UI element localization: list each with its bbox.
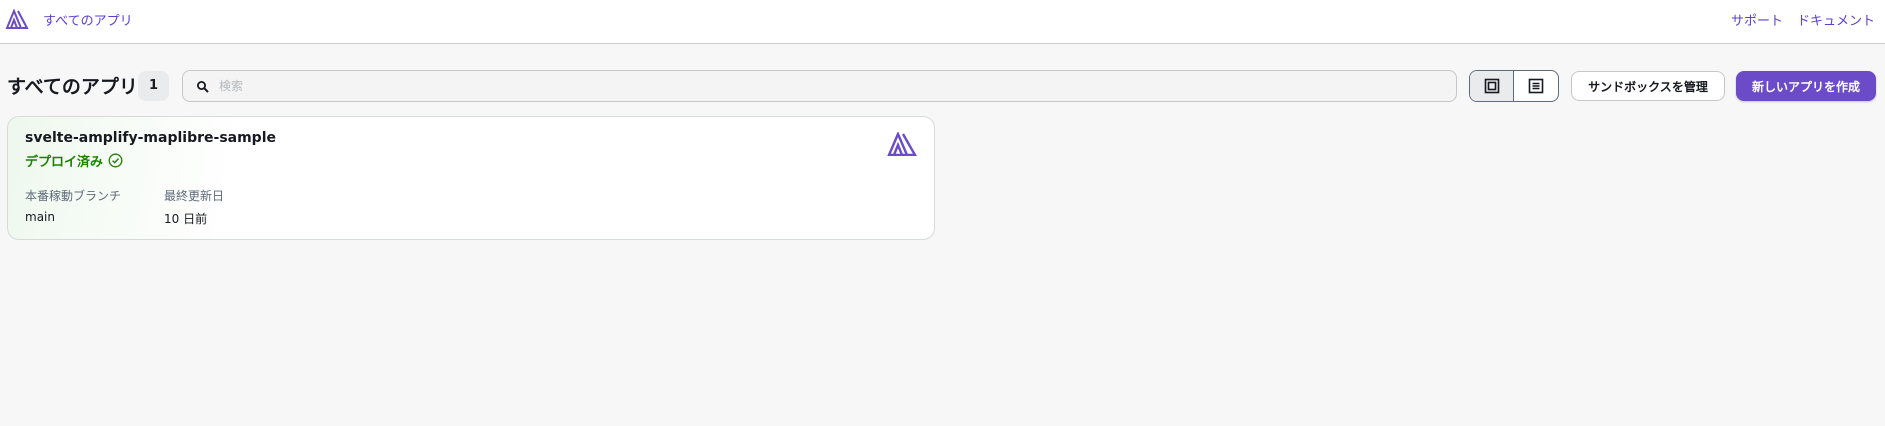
apps-toolbar: すべてのアプリ 1 サンドボックスを管理 新しいアプリを作成: [0, 70, 1885, 104]
deploy-status: デプロイ済み: [25, 151, 123, 170]
search-box: [182, 70, 1457, 102]
search-icon: [197, 81, 209, 93]
production-branch: 本番稼動ブランチ main: [25, 187, 121, 224]
last-updated-label: 最終更新日: [164, 189, 225, 203]
documentation-link[interactable]: ドキュメント: [1797, 10, 1875, 29]
production-branch-value: main: [25, 210, 55, 224]
grid-view-icon: [1484, 78, 1499, 94]
last-updated-value: 10 日前: [164, 212, 208, 226]
support-link[interactable]: サポート: [1731, 10, 1783, 29]
app-name[interactable]: svelte-amplify-maplibre-sample: [25, 130, 276, 146]
breadcrumb-all-apps-link[interactable]: すべてのアプリ: [43, 10, 133, 29]
page-title: すべてのアプリ: [7, 76, 138, 98]
check-circle-icon: [108, 153, 123, 168]
list-view-button[interactable]: [1514, 71, 1558, 101]
create-app-button[interactable]: 新しいアプリを作成: [1736, 71, 1876, 101]
app-card[interactable]: svelte-amplify-maplibre-sample デプロイ済み 本番…: [7, 116, 935, 240]
manage-sandbox-button[interactable]: サンドボックスを管理: [1571, 71, 1725, 101]
last-updated: 最終更新日 10 日前: [164, 187, 224, 227]
amplify-logo-icon[interactable]: [5, 9, 29, 29]
status-text: デプロイ済み: [25, 155, 104, 170]
app-count-badge: 1: [138, 71, 169, 101]
production-branch-label: 本番稼動ブランチ: [25, 189, 122, 203]
top-links: サポート ドキュメント: [1731, 10, 1875, 29]
top-navigation-bar: すべてのアプリ サポート ドキュメント: [0, 0, 1885, 44]
list-view-icon: [1528, 78, 1544, 94]
view-mode-toggle: [1469, 70, 1559, 102]
amplify-logo-icon: [887, 132, 917, 156]
grid-view-button[interactable]: [1470, 71, 1515, 101]
search-input[interactable]: [219, 75, 1439, 97]
